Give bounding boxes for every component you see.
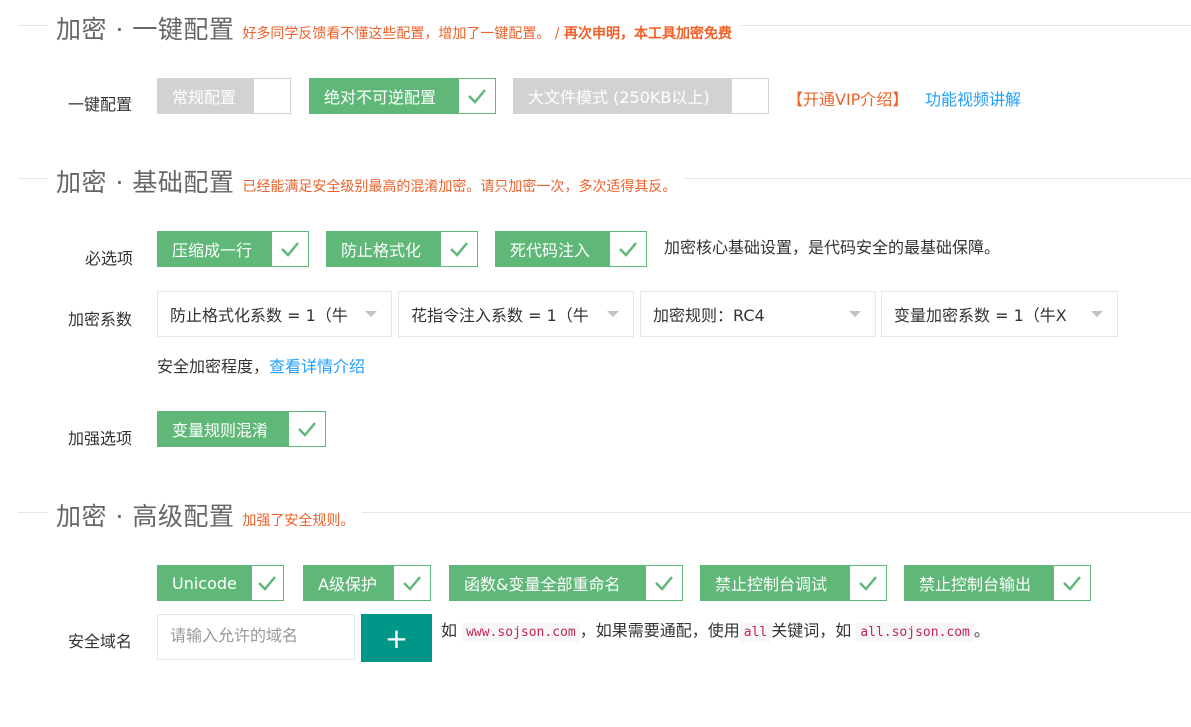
check-icon [271, 232, 308, 266]
section-note: 加强了安全规则。 [242, 513, 355, 529]
check-icon [849, 566, 886, 600]
section-header-basic: 加密 · 基础配置 已经能满足安全级别最高的混淆加密。请只加密一次，多次适得其反… [48, 163, 685, 199]
option-variable-obfuscation[interactable]: 变量规则混淆 [157, 411, 326, 447]
example-domain-code: www.sojson.com [462, 623, 580, 642]
row-label-required: 必选项 [85, 249, 134, 268]
check-icon [250, 566, 283, 600]
check-icon [645, 566, 682, 600]
option-dead-code-injection[interactable]: 死代码注入 [495, 231, 647, 267]
dropdown-caret-icon [365, 311, 377, 317]
option-rename-all[interactable]: 函数&变量全部重命名 [449, 565, 683, 601]
video-tutorial-link[interactable]: 功能视频讲解 [925, 86, 1021, 110]
domain-input[interactable] [157, 614, 355, 660]
dropdown-caret-icon [849, 311, 861, 317]
check-icon [440, 232, 477, 266]
option-disable-console-output[interactable]: 禁止控制台输出 [904, 565, 1091, 601]
vip-intro-link[interactable]: 【开通VIP介绍】 [787, 86, 908, 110]
section-note: 好多同学反馈看不懂这些配置，增加了一键配置。 / 再次申明，本工具加密免费 [242, 26, 732, 42]
row-label-enhance: 加强选项 [68, 429, 133, 448]
check-icon [609, 232, 646, 266]
checkbox-icon [731, 79, 768, 113]
select-junk-code-coefficient[interactable]: 花指令注入系数 = 1（牛 [398, 291, 634, 337]
section-title: 加密 · 高级配置 [56, 502, 235, 531]
section-header-advanced: 加密 · 高级配置 加强了安全规则。 [48, 497, 363, 533]
select-format-coefficient[interactable]: 防止格式化系数 = 1（牛 [157, 291, 392, 337]
option-compress-one-line[interactable]: 压缩成一行 [157, 231, 309, 267]
security-level-line: 安全加密程度，查看详情介绍 [157, 357, 366, 376]
keyword-code: all [739, 623, 772, 642]
select-encryption-rule[interactable]: 加密规则：RC4 [640, 291, 876, 337]
section-title: 加密 · 一键配置 [56, 15, 235, 44]
wildcard-domain-code: all.sojson.com [856, 623, 974, 642]
domain-hint: 如 www.sojson.com ，如果需要通配，使用 all 关键词，如 all.s… [441, 621, 990, 642]
section-note: 已经能满足安全级别最高的混淆加密。请只加密一次，多次适得其反。 [242, 179, 677, 195]
option-unicode[interactable]: Unicode [157, 565, 284, 601]
option-disable-console-debug[interactable]: 禁止控制台调试 [700, 565, 887, 601]
option-irreversible-config[interactable]: 绝对不可逆配置 [309, 78, 496, 114]
check-icon [1053, 566, 1090, 600]
checkbox-icon [253, 79, 290, 113]
option-large-file-mode[interactable]: 大文件模式 (250KB以上) [513, 78, 769, 114]
check-icon [393, 566, 430, 600]
row-label-safe-domain: 安全域名 [68, 632, 133, 651]
option-normal-config[interactable]: 常规配置 [157, 78, 291, 114]
row-label-quick-config: 一键配置 [68, 95, 133, 114]
row-label-coefficient: 加密系数 [68, 310, 133, 329]
option-prevent-format[interactable]: 防止格式化 [326, 231, 478, 267]
dropdown-caret-icon [1091, 311, 1103, 317]
section-header-quick: 加密 · 一键配置 好多同学反馈看不懂这些配置，增加了一键配置。 / 再次申明，… [48, 10, 740, 46]
dropdown-caret-icon [607, 311, 619, 317]
check-icon [458, 79, 495, 113]
add-domain-button[interactable]: + [361, 614, 432, 662]
select-variable-coefficient[interactable]: 变量加密系数 = 1（牛X [881, 291, 1118, 337]
required-description: 加密核心基础设置，是代码安全的最基础保障。 [664, 238, 1001, 257]
option-a-level-protection[interactable]: A级保护 [303, 565, 431, 601]
section-title: 加密 · 基础配置 [56, 168, 235, 197]
view-details-link[interactable]: 查看详情介绍 [269, 357, 365, 376]
check-icon [288, 412, 325, 446]
